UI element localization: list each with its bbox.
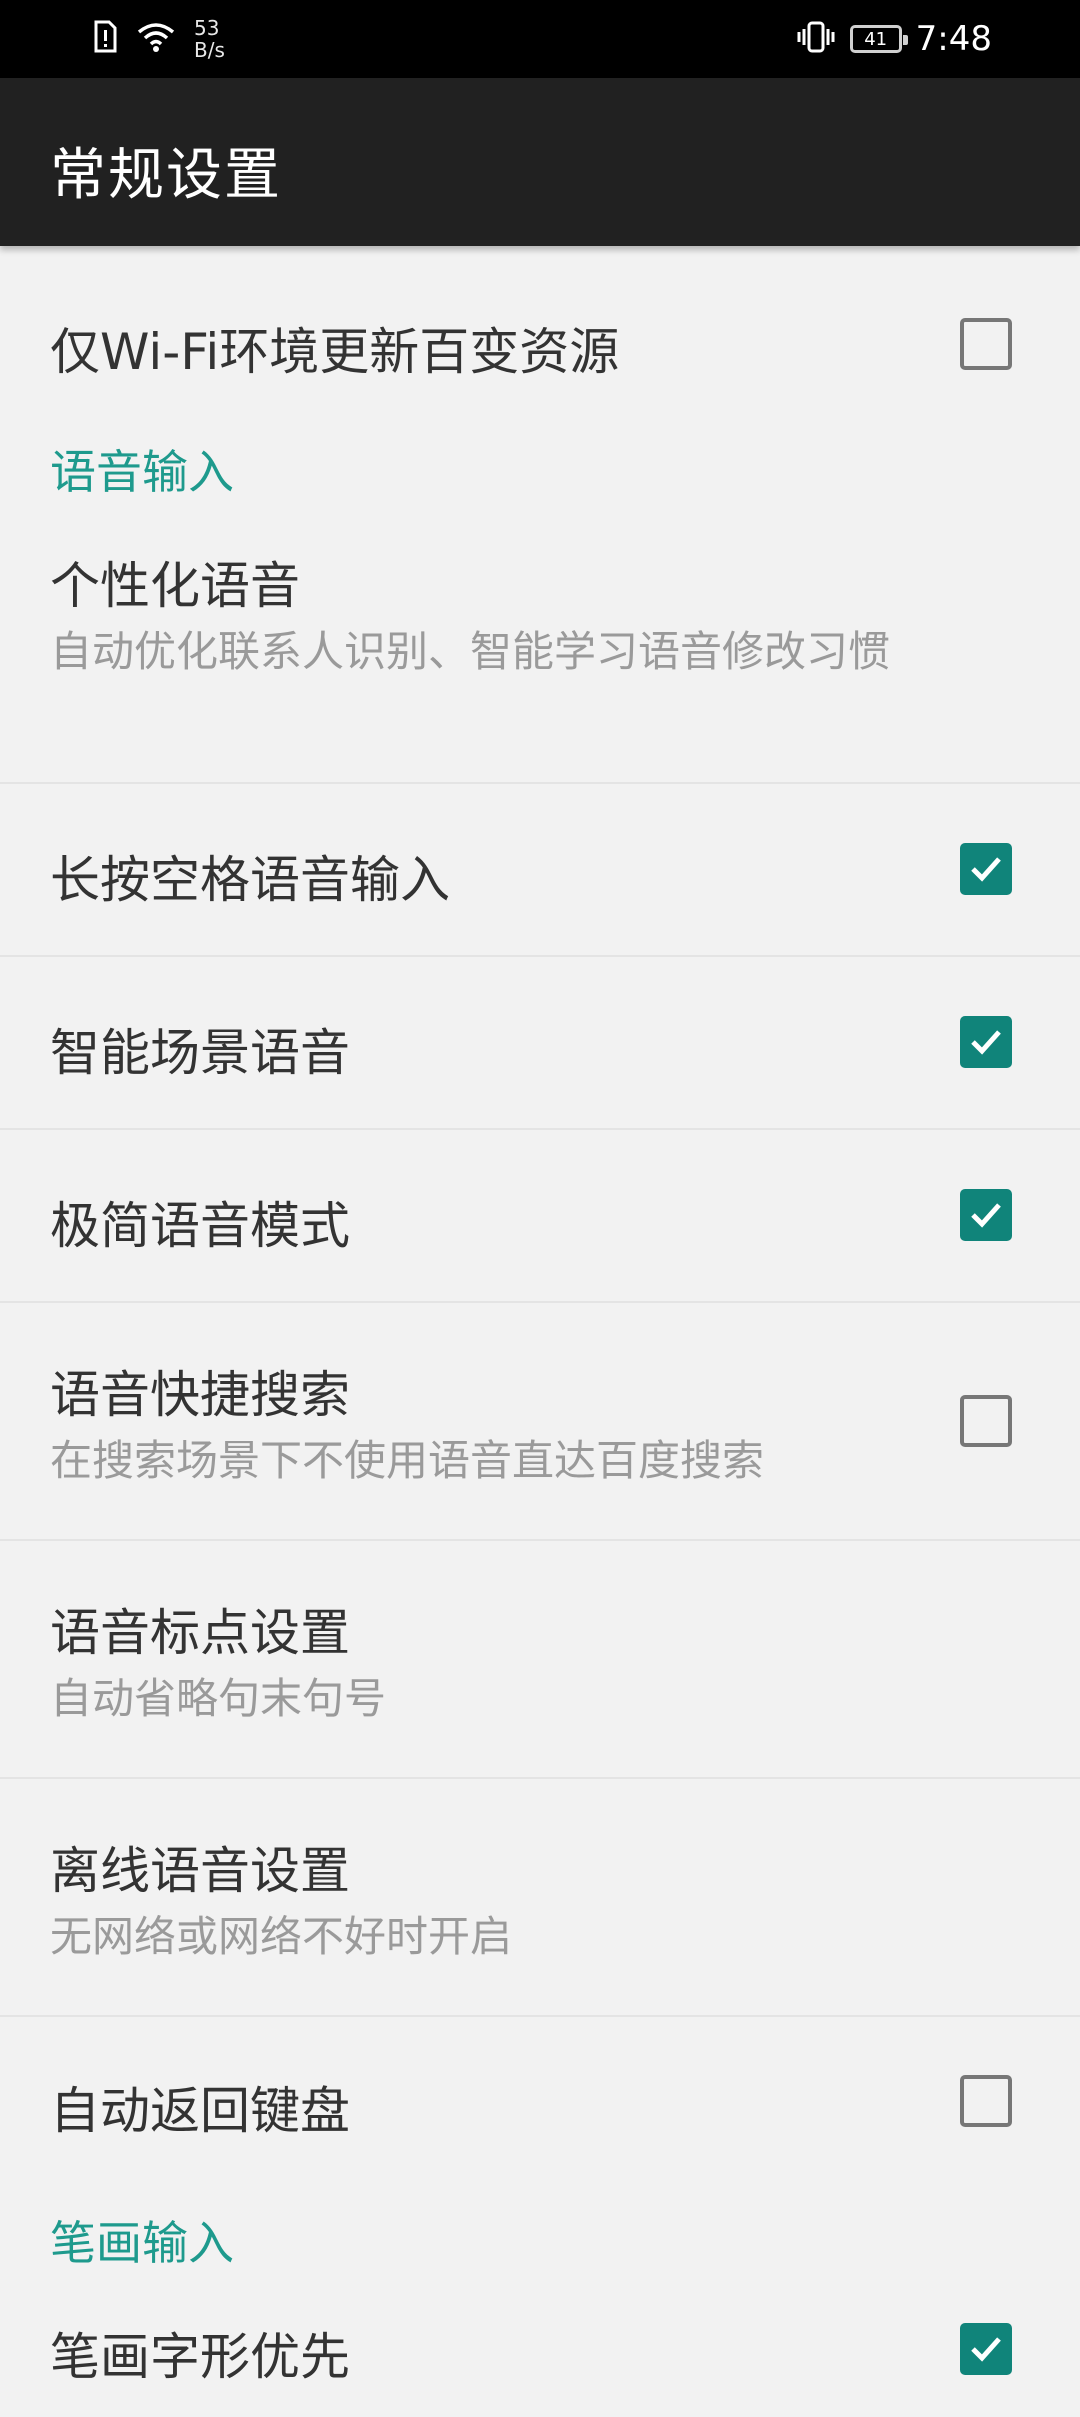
setting-subtitle: 自动省略句末句号 bbox=[50, 1674, 387, 1723]
net-speed-unit: B/s bbox=[194, 38, 225, 62]
long-press-space-checkbox[interactable] bbox=[960, 843, 1012, 895]
net-speed-value: 53 bbox=[194, 16, 220, 40]
battery-level: 41 bbox=[864, 28, 888, 50]
network-speed: 53 B/s bbox=[194, 17, 225, 61]
setting-wifi-update[interactable]: 仅Wi-Fi环境更新百变资源 bbox=[0, 246, 1080, 436]
setting-title: 智能场景语音 bbox=[50, 1024, 350, 1082]
section-header: 语音输入 bbox=[50, 445, 234, 499]
setting-punctuation[interactable]: 语音标点设置 自动省略句末句号 bbox=[0, 1541, 1080, 1779]
voice-search-checkbox[interactable] bbox=[960, 1395, 1012, 1447]
setting-smart-scene[interactable]: 智能场景语音 bbox=[0, 957, 1080, 1130]
section-header: 笔画输入 bbox=[50, 2216, 234, 2270]
status-bar: 53 B/s 41 7:48 bbox=[0, 0, 1080, 78]
status-right: 41 7:48 bbox=[796, 14, 992, 64]
vibrate-icon bbox=[796, 20, 836, 58]
setting-title: 语音标点设置 bbox=[50, 1604, 350, 1662]
setting-title: 仅Wi-Fi环境更新百变资源 bbox=[50, 323, 620, 381]
section-stroke-input: 笔画输入 bbox=[0, 2207, 1080, 2317]
setting-stroke-priority[interactable]: 笔画字形优先 bbox=[0, 2317, 1080, 2417]
sim-alert-icon bbox=[92, 20, 118, 58]
setting-title: 个性化语音 bbox=[50, 557, 300, 615]
setting-subtitle: 无网络或网络不好时开启 bbox=[50, 1912, 513, 1961]
auto-return-checkbox[interactable] bbox=[960, 2075, 1012, 2127]
setting-offline-voice[interactable]: 离线语音设置 无网络或网络不好时开启 bbox=[0, 1779, 1080, 2017]
battery-icon: 41 bbox=[849, 25, 908, 53]
setting-title: 极简语音模式 bbox=[50, 1197, 350, 1255]
page-title: 常规设置 bbox=[50, 143, 282, 208]
status-left: 53 B/s bbox=[92, 14, 225, 64]
setting-title: 语音快捷搜索 bbox=[50, 1366, 350, 1424]
setting-title: 长按空格语音输入 bbox=[50, 851, 450, 909]
clock: 7:48 bbox=[915, 19, 992, 59]
setting-voice-search[interactable]: 语音快捷搜索 在搜索场景下不使用语音直达百度搜索 bbox=[0, 1303, 1080, 1541]
setting-title: 笔画字形优先 bbox=[50, 2328, 350, 2386]
settings-list[interactable]: 仅Wi-Fi环境更新百变资源 语音输入 个性化语音 自动优化联系人识别、智能学习… bbox=[0, 246, 1080, 2417]
stroke-priority-checkbox[interactable] bbox=[960, 2323, 1012, 2375]
smart-scene-checkbox[interactable] bbox=[960, 1016, 1012, 1068]
setting-auto-return[interactable]: 自动返回键盘 bbox=[0, 2017, 1080, 2207]
section-voice-input: 语音输入 bbox=[0, 436, 1080, 546]
app-bar: 常规设置 bbox=[0, 78, 1080, 246]
setting-title: 离线语音设置 bbox=[50, 1842, 350, 1900]
setting-personal-voice[interactable]: 个性化语音 自动优化联系人识别、智能学习语音修改习惯 bbox=[0, 546, 1080, 784]
wifi-update-checkbox[interactable] bbox=[960, 318, 1012, 370]
wifi-icon bbox=[136, 21, 176, 57]
setting-minimal-mode[interactable]: 极简语音模式 bbox=[0, 1130, 1080, 1303]
setting-long-press-space[interactable]: 长按空格语音输入 bbox=[0, 784, 1080, 957]
minimal-mode-checkbox[interactable] bbox=[960, 1189, 1012, 1241]
setting-subtitle: 在搜索场景下不使用语音直达百度搜索 bbox=[50, 1436, 765, 1485]
setting-title: 自动返回键盘 bbox=[50, 2082, 350, 2140]
setting-subtitle: 自动优化联系人识别、智能学习语音修改习惯 bbox=[50, 627, 891, 676]
